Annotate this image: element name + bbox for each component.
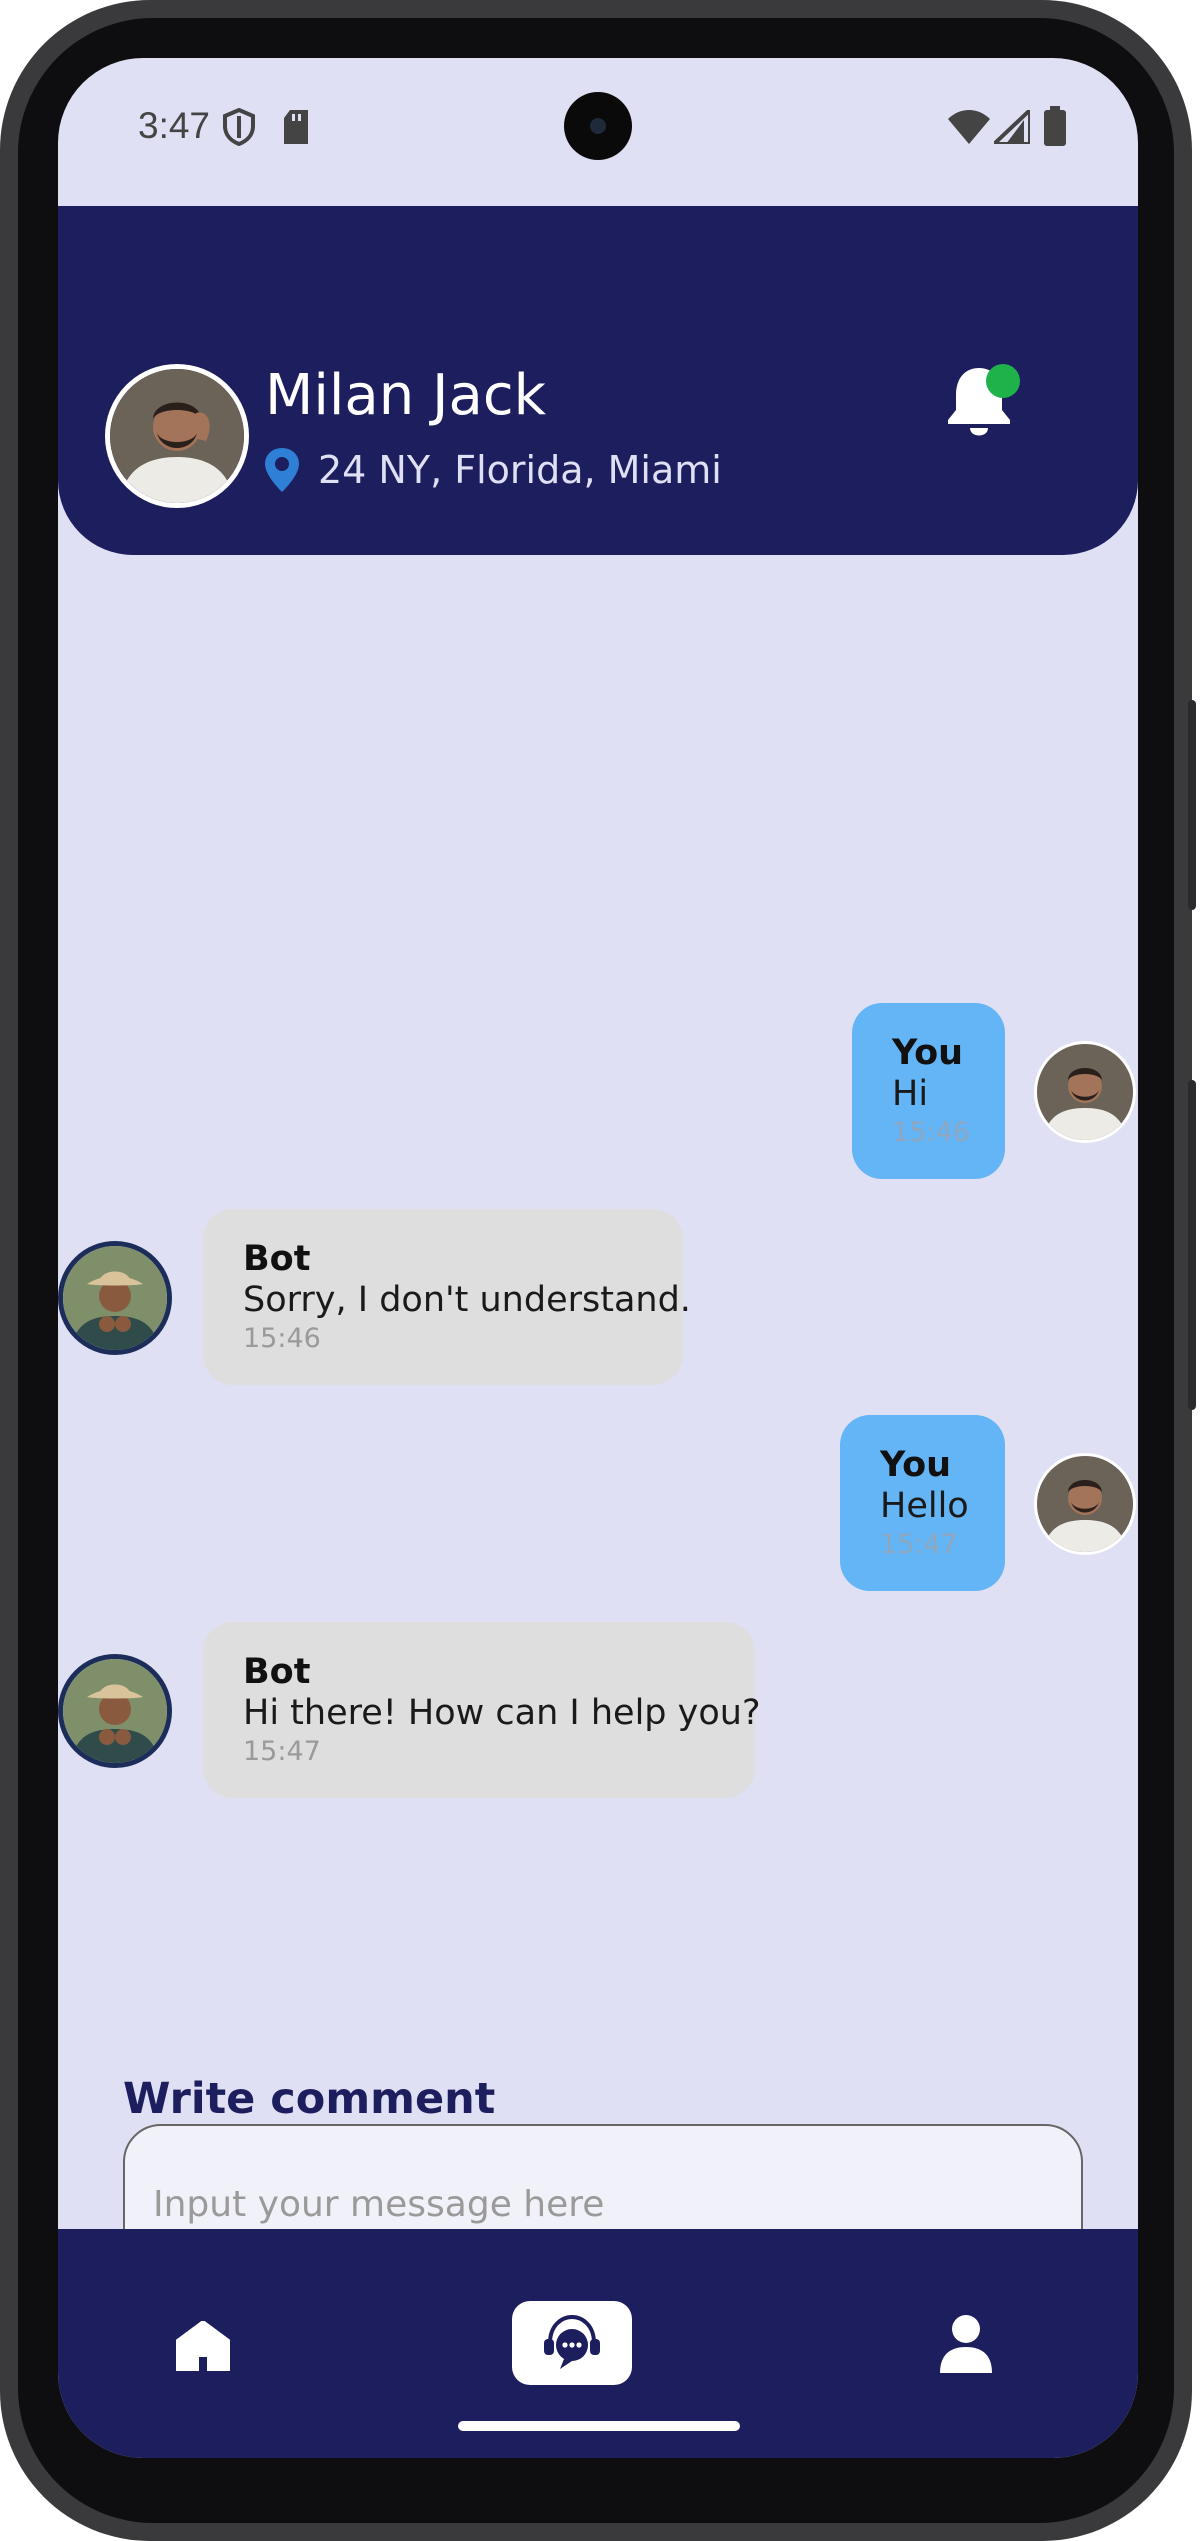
message-sender: You bbox=[880, 1445, 952, 1485]
location-pin-icon bbox=[265, 448, 299, 496]
avatar[interactable] bbox=[105, 364, 249, 508]
wifi-icon bbox=[948, 110, 990, 148]
user-name: Milan Jack bbox=[265, 363, 547, 428]
app-screen: 3:47 Milan Jack 24 NY, Florida, Miami Yo… bbox=[58, 58, 1138, 2458]
message-time: 15:46 bbox=[892, 1117, 970, 1148]
message-time: 15:47 bbox=[243, 1736, 321, 1767]
message-sender: Bot bbox=[243, 1652, 311, 1692]
profile-icon[interactable] bbox=[940, 2313, 992, 2377]
chat-message-user: You Hello 15:47 bbox=[840, 1415, 1005, 1591]
front-camera bbox=[564, 92, 632, 160]
message-text: Hi there! How can I help you? bbox=[243, 1693, 761, 1733]
sd-card-icon bbox=[282, 110, 310, 148]
chat-support-icon bbox=[540, 2313, 604, 2377]
message-text: Sorry, I don't understand. bbox=[243, 1280, 691, 1320]
compose-label: Write comment bbox=[123, 2074, 496, 2124]
signal-icon bbox=[988, 105, 1032, 148]
bot-avatar bbox=[58, 1241, 172, 1355]
battery-icon bbox=[1044, 106, 1066, 150]
shield-icon bbox=[222, 107, 256, 150]
user-location: 24 NY, Florida, Miami bbox=[318, 448, 722, 492]
nav-item-chat[interactable] bbox=[512, 2301, 632, 2385]
message-text: Hello bbox=[880, 1486, 969, 1526]
chat-message-bot: Bot Hi there! How can I help you? 15:47 bbox=[203, 1622, 761, 1798]
message-text: Hi bbox=[892, 1074, 929, 1114]
home-indicator[interactable] bbox=[458, 2421, 740, 2431]
message-sender: Bot bbox=[243, 1239, 311, 1279]
message-time: 15:47 bbox=[880, 1529, 958, 1560]
volume-button bbox=[1188, 1080, 1196, 1410]
phone-frame: 3:47 Milan Jack 24 NY, Florida, Miami Yo… bbox=[0, 0, 1196, 2541]
home-icon[interactable] bbox=[175, 2320, 231, 2375]
status-bar: 3:47 bbox=[58, 58, 1138, 206]
message-sender: You bbox=[892, 1033, 964, 1073]
notification-badge bbox=[986, 364, 1020, 398]
user-avatar bbox=[1034, 1041, 1136, 1143]
power-button bbox=[1188, 700, 1196, 910]
chat-message-bot: Bot Sorry, I don't understand. 15:46 bbox=[203, 1209, 691, 1385]
user-avatar bbox=[1034, 1453, 1136, 1555]
bot-avatar bbox=[58, 1654, 172, 1768]
chat-message-user: You Hi 15:46 bbox=[852, 1003, 1005, 1179]
status-time: 3:47 bbox=[138, 105, 211, 146]
message-input-placeholder: Input your message here bbox=[153, 2184, 605, 2225]
message-time: 15:46 bbox=[243, 1323, 321, 1354]
